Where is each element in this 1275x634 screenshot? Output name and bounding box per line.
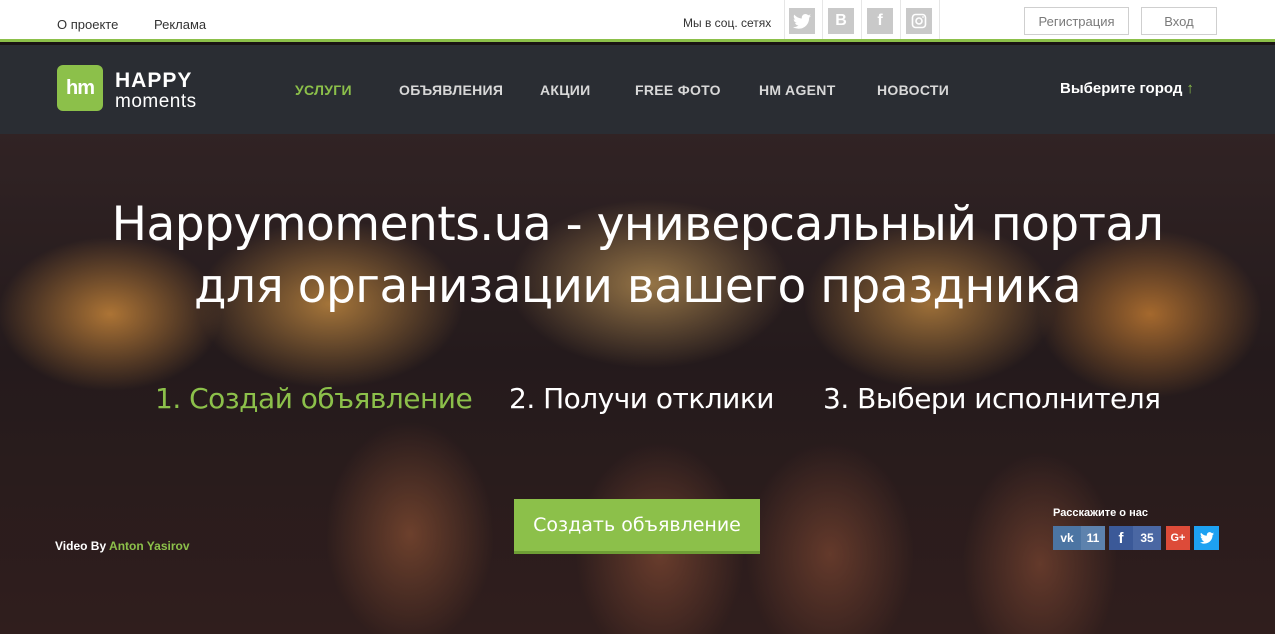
top-bar: О проекте Реклама Мы в соц. сетях В f Ре… <box>0 0 1275 42</box>
divider <box>822 0 823 39</box>
step-get-responses: 2. Получи отклики <box>509 382 774 415</box>
facebook-icon: f <box>1109 526 1133 550</box>
hero-section: Happymoments.ua - универсальный портал д… <box>0 134 1275 634</box>
city-selector-label: Выберите город <box>1060 80 1183 97</box>
share-label: Расскажите о нас <box>1053 507 1148 519</box>
ads-link[interactable]: Реклама <box>154 17 206 32</box>
vk-icon: vk <box>1053 526 1081 550</box>
arrow-up-icon: ↑ <box>1186 80 1194 97</box>
nav-item-services[interactable]: УСЛУГИ <box>295 82 352 98</box>
step-create-listing: 1. Создай объявление <box>155 382 473 415</box>
hero-title: Happymoments.ua - универсальный портал д… <box>111 197 1164 314</box>
logo-happy-text[interactable]: HAPPY <box>115 69 192 93</box>
divider <box>861 0 862 39</box>
video-author-link[interactable]: Anton Yasirov <box>109 539 189 553</box>
social-label: Мы в соц. сетях <box>683 16 772 30</box>
main-nav: hm HAPPY moments УСЛУГИ ОБЪЯВЛЕНИЯ АКЦИИ… <box>0 45 1275 134</box>
nav-item-listings[interactable]: ОБЪЯВЛЕНИЯ <box>399 82 503 98</box>
vk-share-button[interactable]: vk 11 <box>1053 526 1105 550</box>
about-link[interactable]: О проекте <box>57 17 118 32</box>
divider <box>939 0 940 39</box>
facebook-icon[interactable]: f <box>867 8 893 34</box>
facebook-share-button[interactable]: f 35 <box>1109 526 1161 550</box>
google-plus-icon: G+ <box>1166 526 1190 550</box>
divider <box>784 0 785 39</box>
logo-mark[interactable]: hm <box>57 65 103 111</box>
twitter-share-button[interactable] <box>1194 526 1219 550</box>
twitter-icon[interactable] <box>789 8 815 34</box>
create-listing-button[interactable]: Создать объявление <box>514 499 760 554</box>
logo-moments-text[interactable]: moments <box>115 91 197 113</box>
vk-icon[interactable]: В <box>828 8 854 34</box>
instagram-icon[interactable] <box>906 8 932 34</box>
vk-share-count: 11 <box>1081 526 1105 550</box>
login-button[interactable]: Вход <box>1141 7 1217 35</box>
facebook-share-count: 35 <box>1133 526 1161 550</box>
divider <box>900 0 901 39</box>
gplus-share-button[interactable]: G+ <box>1166 526 1190 550</box>
register-button[interactable]: Регистрация <box>1024 7 1129 35</box>
city-selector[interactable]: Выберите город ↑ <box>1060 80 1194 97</box>
video-credit-label: Video By <box>55 539 107 553</box>
video-credit: Video By Anton Yasirov <box>55 539 190 553</box>
twitter-icon <box>1194 526 1219 550</box>
step-choose-performer: 3. Выбери исполнителя <box>823 382 1161 415</box>
nav-item-hm-agent[interactable]: HM AGENT <box>759 82 836 98</box>
nav-item-promos[interactable]: АКЦИИ <box>540 82 591 98</box>
nav-item-free-photo[interactable]: FREE ФОТО <box>635 82 721 98</box>
nav-item-news[interactable]: НОВОСТИ <box>877 82 949 98</box>
